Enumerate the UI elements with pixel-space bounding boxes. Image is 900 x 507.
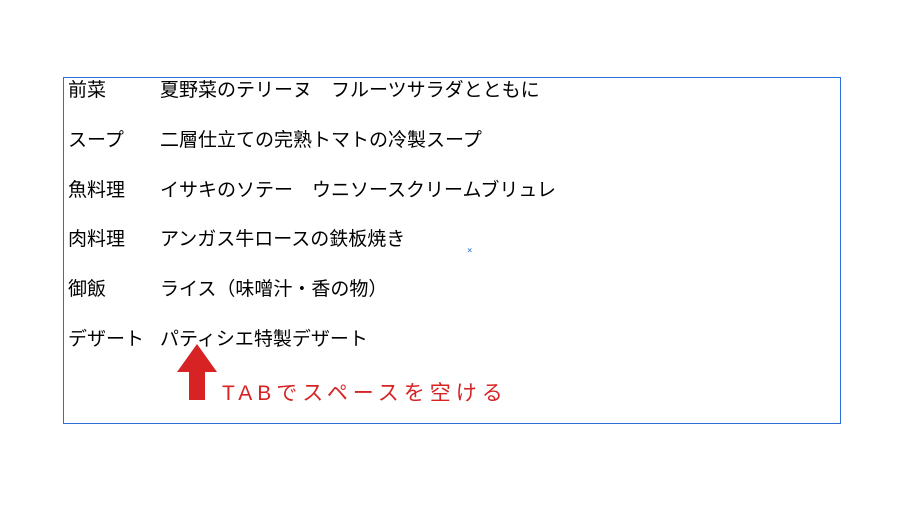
- menu-desc: 夏野菜のテリーヌ フルーツサラダとともに: [160, 80, 540, 103]
- menu-label: 肉料理: [68, 229, 160, 252]
- page: 前菜 夏野菜のテリーヌ フルーツサラダとともに スープ 二層仕立ての完熟トマトの…: [0, 0, 900, 507]
- menu-row: 御飯 ライス（味噌汁・香の物）: [68, 279, 836, 302]
- menu-desc: イサキのソテー ウニソースクリームブリュレ: [160, 180, 556, 203]
- menu-row: 肉料理 アンガス牛ロースの鉄板焼き: [68, 229, 836, 252]
- menu-label: スープ: [68, 130, 160, 153]
- annotation-text: TABでスペースを空ける: [222, 377, 508, 407]
- menu-desc: アンガス牛ロースの鉄板焼き: [160, 229, 405, 252]
- menu-desc: ライス（味噌汁・香の物）: [160, 279, 387, 302]
- menu-row: 前菜 夏野菜のテリーヌ フルーツサラダとともに: [68, 80, 836, 103]
- text-end-marker-icon: ×: [467, 247, 472, 256]
- text-frame[interactable]: 前菜 夏野菜のテリーヌ フルーツサラダとともに スープ 二層仕立ての完熟トマトの…: [63, 77, 841, 424]
- arrow-up-icon: [177, 344, 217, 400]
- menu-label: 魚料理: [68, 180, 160, 203]
- menu-row: スープ 二層仕立ての完熟トマトの冷製スープ: [68, 130, 836, 153]
- menu-label: 御飯: [68, 279, 160, 302]
- menu-row: 魚料理 イサキのソテー ウニソースクリームブリュレ: [68, 180, 836, 203]
- menu-label: デザート: [68, 329, 160, 352]
- menu-desc: 二層仕立ての完熟トマトの冷製スープ: [160, 130, 482, 153]
- menu-label: 前菜: [68, 80, 160, 103]
